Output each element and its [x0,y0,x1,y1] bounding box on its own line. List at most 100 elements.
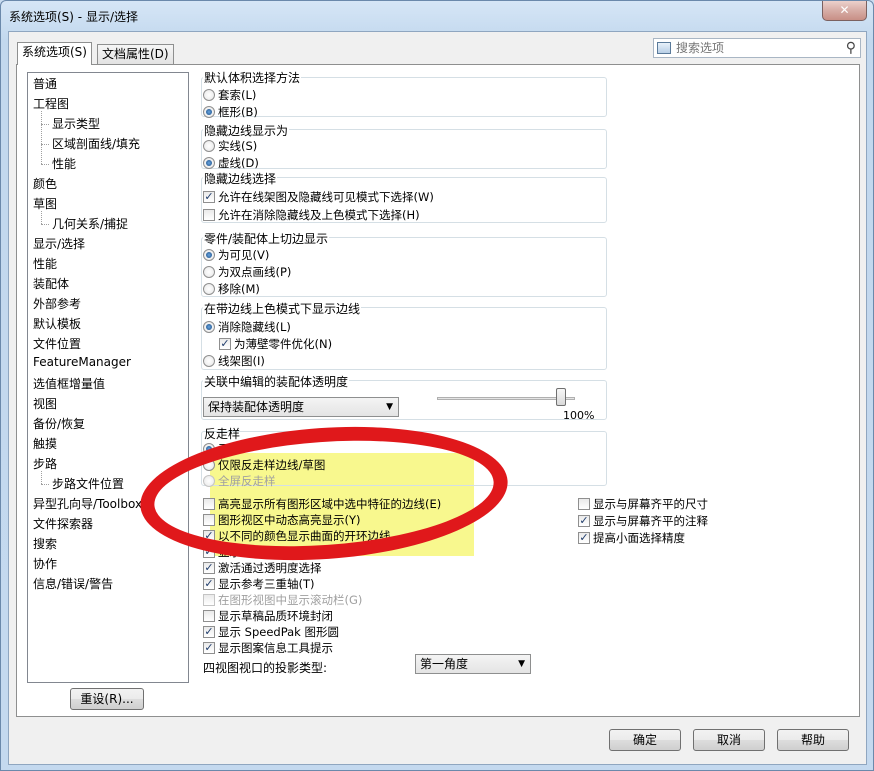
tree-item[interactable]: 视图 [33,395,57,412]
options-tree[interactable]: 普通 工程图 显示类型 区域剖面线/填充 性能 颜色 草图 几何关系/捕捉 显示/选择 性能 装配体… [27,72,189,683]
tree-item[interactable]: 装配体 [33,275,69,292]
hidden-edges-display-title: 隐藏边线显示为 [203,122,290,139]
radio-box[interactable]: 框形(B) [203,104,258,120]
radio-solid-control[interactable] [203,140,215,152]
antialias-title: 反走样 [204,427,241,441]
check-option[interactable]: ✓ 激活通过透明度选择 [203,560,322,576]
tree-item[interactable]: 显示类型 [52,115,100,132]
radio-lasso-control[interactable] [203,89,215,101]
window-title: 系统选项(S) - 显示/选择 [9,10,138,24]
transparency-combo[interactable]: 保持装配体透明度 ▼ [203,397,399,417]
radio-solid[interactable]: 实线(S) [203,138,257,154]
tree-item[interactable]: 协作 [33,555,57,572]
checkbox[interactable]: ✓ [203,642,215,654]
tree-item[interactable]: 信息/错误/警告 [33,575,113,592]
check-select-wireframe[interactable]: ✓ 允许在线架图及隐藏线可见模式下选择(W) [203,189,434,205]
check-option[interactable]: ✓ 提高小面选择精度 [578,530,685,546]
check-option[interactable]: ✓ 显示 SpeedPak 图形圆 [203,624,339,640]
checkbox [203,594,215,606]
tree-item[interactable]: 触摸 [33,435,57,452]
checkbox[interactable] [203,610,215,622]
checkbox[interactable] [578,498,590,510]
tree-item[interactable]: 异型孔向导/Toolbox [33,495,142,512]
cancel-button[interactable]: 取消 [693,729,765,751]
radio-wireframe[interactable]: 线架图(I) [203,353,265,369]
checkbox[interactable]: ✓ [203,626,215,638]
transparency-slider-thumb[interactable] [556,388,567,406]
tree-item[interactable]: 区域剖面线/填充 [52,135,140,152]
close-button[interactable]: ✕ [822,1,867,21]
checkbox[interactable]: ✓ [203,578,215,590]
tree-item[interactable]: 普通 [33,75,57,92]
tree-item[interactable]: 外部参考 [33,295,81,312]
radio-removed[interactable]: 移除(M) [203,281,260,297]
tree-item[interactable]: 草图 [33,195,57,212]
radio-phantom[interactable]: 为双点画线(P) [203,264,291,280]
tree-item[interactable]: 步路文件位置 [52,475,124,492]
check-thin-parts-label: 为薄壁零件优化(N) [234,337,333,351]
checkbox[interactable]: ✓ [578,532,590,544]
tree-item[interactable]: 性能 [33,255,57,272]
radio-box-control[interactable] [203,106,215,118]
radio-dashed[interactable]: 虚线(D) [203,155,259,171]
check-option-label: 显示参考三重轴(T) [218,577,315,591]
tree-connector [41,144,49,145]
check-select-shaded-box[interactable] [203,209,215,221]
options-list-icon [657,42,671,54]
chevron-down-icon: ▼ [386,402,393,412]
checkbox[interactable]: ✓ [203,562,215,574]
tree-item[interactable]: 搜索 [33,535,57,552]
check-select-shaded[interactable]: 允许在消除隐藏线及上色模式下选择(H) [203,207,420,223]
search-icon[interactable]: ⚲ [846,40,856,56]
tree-item[interactable]: 颜色 [33,175,57,192]
tree-connector [41,224,49,225]
title-bar[interactable]: 系统选项(S) - 显示/选择 ✕ [1,1,873,31]
radio-removed-label: 移除(M) [218,282,260,296]
check-thin-parts-box[interactable]: ✓ [219,338,231,350]
tree-item[interactable]: FeatureManager [33,355,131,369]
checkbox[interactable]: ✓ [578,515,590,527]
ok-button[interactable]: 确定 [609,729,681,751]
radio-visible-label: 为可见(V) [218,248,270,262]
tree-item[interactable]: 步路 [33,455,57,472]
radio-lasso[interactable]: 套索(L) [203,87,256,103]
check-option-label: 显示与屏幕齐平的注释 [593,514,708,528]
radio-visible[interactable]: 为可见(V) [203,247,269,263]
radio-hidden-removed[interactable]: 消除隐藏线(L) [203,319,291,335]
tree-item[interactable]: 工程图 [33,95,69,112]
search-options-box[interactable]: ⚲ [653,38,861,58]
tree-item[interactable]: 几何关系/捕捉 [52,215,128,232]
tree-item[interactable]: 备份/恢复 [33,415,85,432]
check-option[interactable]: 显示与屏幕齐平的尺寸 [578,496,708,512]
check-thin-parts[interactable]: ✓ 为薄壁零件优化(N) [219,336,332,352]
reset-button[interactable]: 重设(R)... [70,688,144,710]
radio-hidden-removed-control[interactable] [203,321,215,333]
tab-document-properties[interactable]: 文档属性(D) [97,44,174,64]
help-button[interactable]: 帮助 [777,729,849,751]
tree-item[interactable]: 文件位置 [33,335,81,352]
radio-wireframe-control[interactable] [203,355,215,367]
tree-item[interactable]: 性能 [52,155,76,172]
check-option-label: 提高小面选择精度 [593,531,685,545]
check-option[interactable]: ✓ 显示参考三重轴(T) [203,576,315,592]
transparency-slider[interactable] [437,397,575,400]
check-option[interactable]: ✓ 显示与屏幕齐平的注释 [578,513,708,529]
tree-item[interactable]: 选值框增量值 [33,375,105,392]
radio-dashed-control[interactable] [203,157,215,169]
tree-item[interactable]: 显示/选择 [33,235,86,252]
tree-connector [41,164,49,165]
radio-removed-control[interactable] [203,283,215,295]
check-select-wireframe-box[interactable]: ✓ [203,191,215,203]
check-option[interactable]: 显示草稿品质环境封闭 [203,608,333,624]
tree-item[interactable]: 默认模板 [33,315,81,332]
radio-dashed-label: 虚线(D) [218,156,259,170]
radio-visible-control[interactable] [203,249,215,261]
projection-combo[interactable]: 第一角度 ▼ [415,654,531,674]
radio-phantom-control[interactable] [203,266,215,278]
tree-item[interactable]: 文件探索器 [33,515,93,532]
tree-connector [41,211,42,224]
tab-system-options[interactable]: 系统选项(S) [17,42,92,65]
check-option[interactable]: ✓ 显示图案信息工具提示 [203,640,333,656]
check-option-label: 显示与屏幕齐平的尺寸 [593,497,708,511]
search-input[interactable] [674,40,834,56]
